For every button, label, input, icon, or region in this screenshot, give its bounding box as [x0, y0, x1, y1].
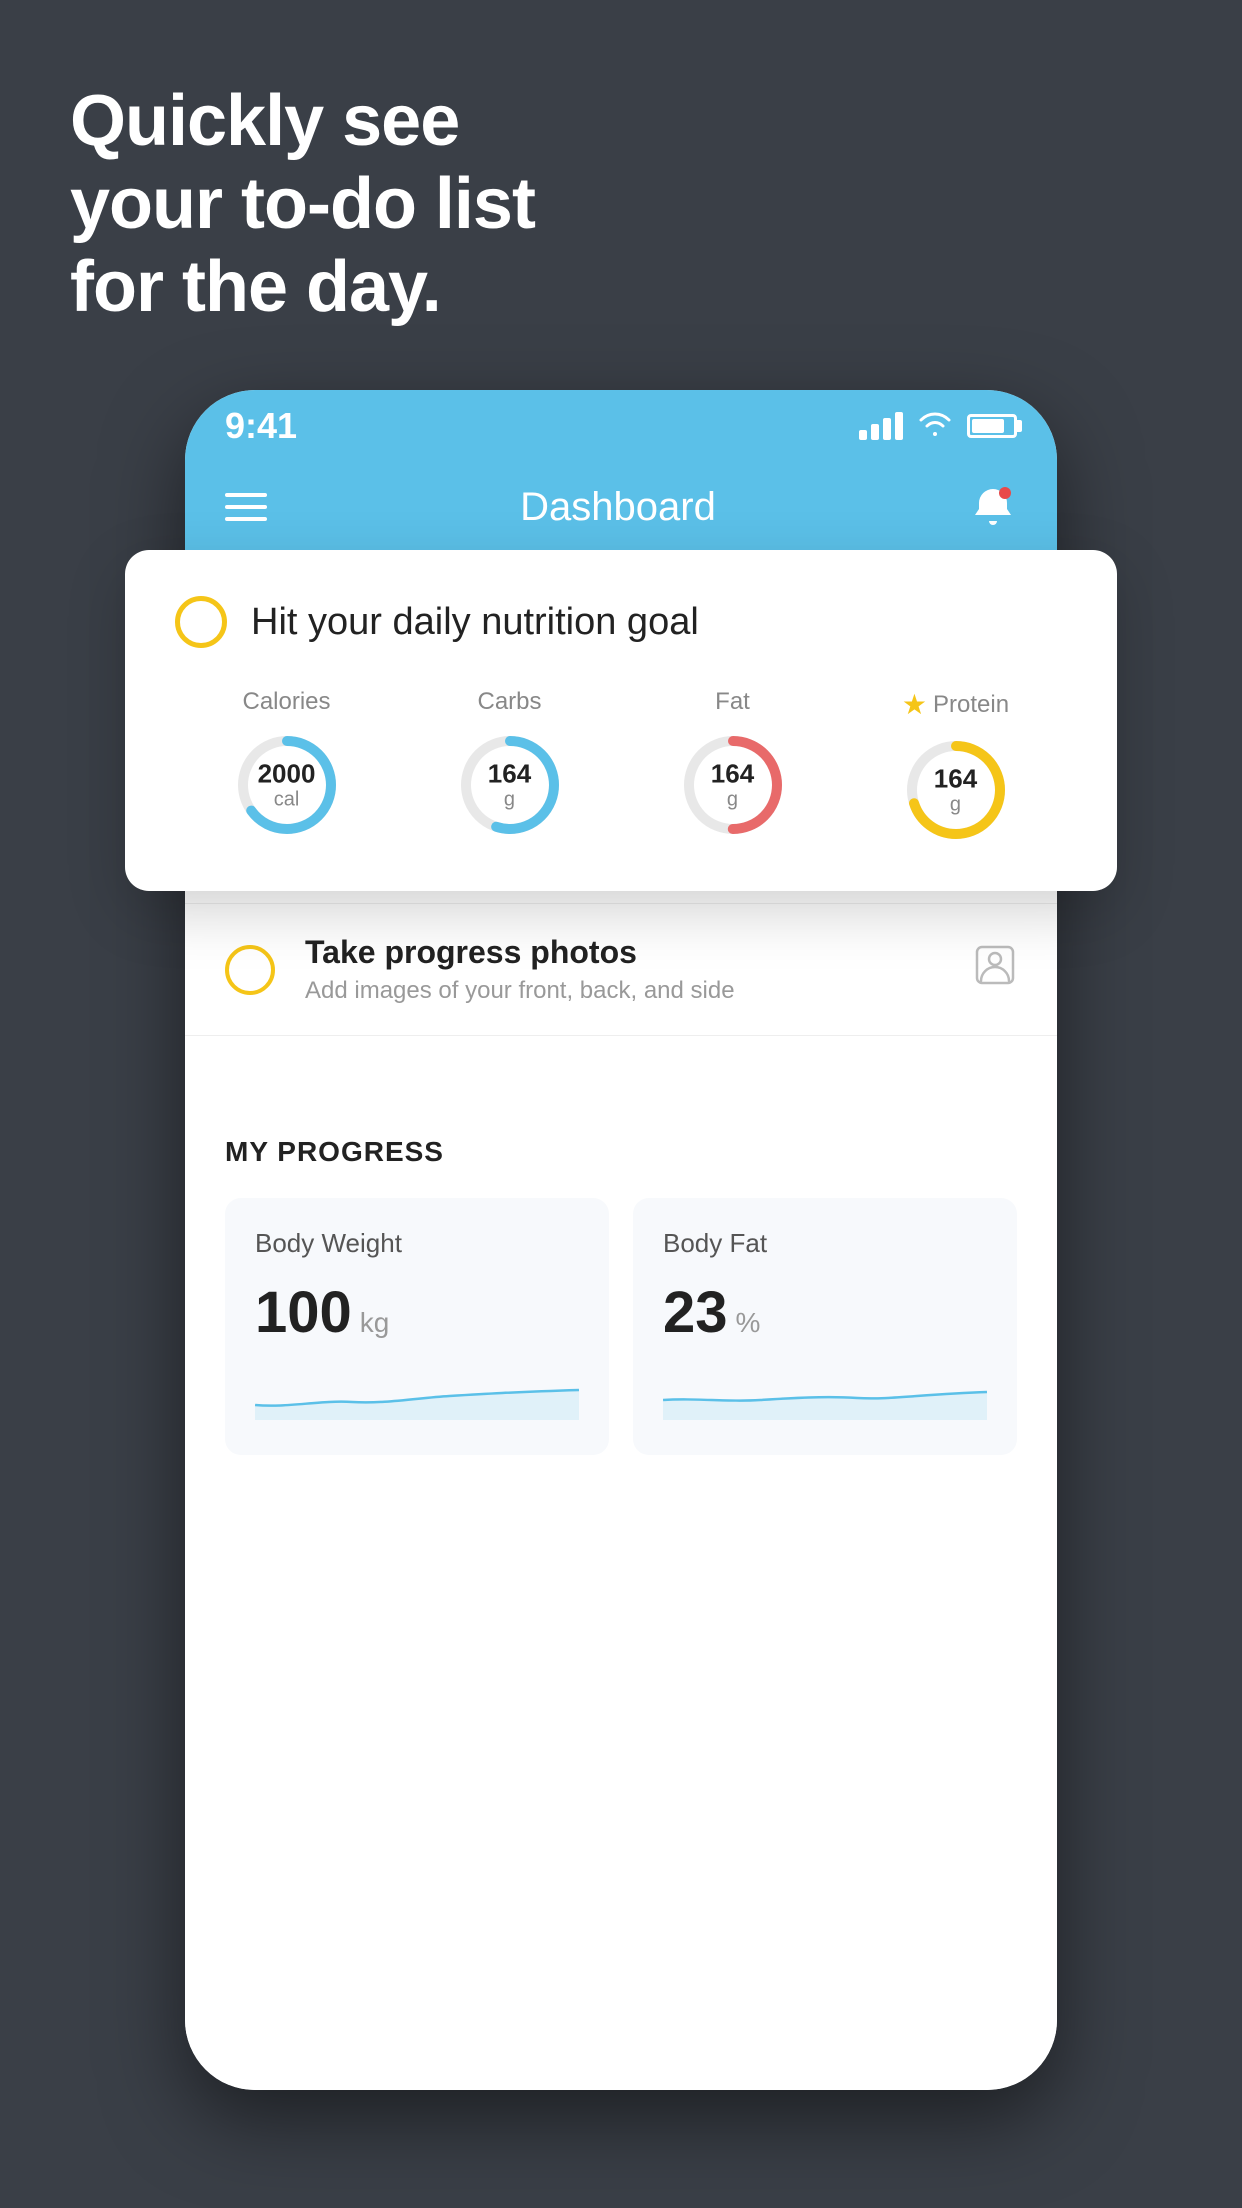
nutrition-item-fat: Fat 164 g	[678, 688, 788, 840]
body-fat-card[interactable]: Body Fat 23 %	[633, 1198, 1017, 1455]
nutrition-item-protein: ★ Protein 164 g	[901, 688, 1011, 845]
body-fat-value: 23	[663, 1279, 728, 1346]
status-icons	[859, 410, 1017, 443]
nutrition-row: Calories 2000 cal Carbs	[175, 688, 1067, 845]
carbs-label: Carbs	[477, 688, 541, 716]
list-item[interactable]: Take progress photos Add images of your …	[185, 904, 1057, 1036]
fat-label: Fat	[715, 688, 750, 716]
list-item-subtitle: Add images of your front, back, and side	[305, 977, 943, 1005]
status-time: 9:41	[225, 405, 297, 447]
nav-title: Dashboard	[520, 485, 716, 530]
body-fat-value-row: 23 %	[663, 1279, 987, 1346]
nutrition-item-carbs: Carbs 164 g	[455, 688, 565, 840]
check-circle	[225, 945, 275, 995]
body-weight-value: 100	[255, 1279, 352, 1346]
battery-icon	[967, 414, 1017, 438]
calories-donut: 2000 cal	[232, 730, 342, 840]
protein-label-row: ★ Protein	[902, 688, 1009, 721]
menu-button[interactable]	[225, 493, 267, 521]
list-item-text: Take progress photos Add images of your …	[305, 934, 943, 1005]
notifications-button[interactable]	[969, 483, 1017, 531]
nutrition-item-calories: Calories 2000 cal	[232, 688, 342, 840]
fat-donut: 164 g	[678, 730, 788, 840]
body-weight-value-row: 100 kg	[255, 1279, 579, 1346]
protein-donut: 164 g	[901, 735, 1011, 845]
body-fat-label: Body Fat	[663, 1228, 987, 1259]
person-icon	[973, 943, 1017, 996]
star-icon: ★	[902, 688, 927, 721]
status-bar: 9:41	[185, 390, 1057, 462]
nutrition-card: Hit your daily nutrition goal Calories 2…	[125, 550, 1117, 891]
body-weight-sparkline	[255, 1370, 579, 1420]
card-circle-check	[175, 596, 227, 648]
progress-section: MY PROGRESS Body Weight 100 kg Bod	[185, 1096, 1057, 1495]
carbs-value: 164 g	[488, 760, 531, 811]
progress-title: MY PROGRESS	[225, 1136, 1017, 1168]
fat-value: 164 g	[711, 760, 754, 811]
body-fat-sparkline	[663, 1370, 987, 1420]
body-weight-card[interactable]: Body Weight 100 kg	[225, 1198, 609, 1455]
progress-cards: Body Weight 100 kg Body Fat 23 %	[225, 1198, 1017, 1455]
protein-label: Protein	[933, 691, 1009, 719]
body-weight-label: Body Weight	[255, 1228, 579, 1259]
wifi-icon	[917, 410, 953, 443]
body-fat-unit: %	[736, 1307, 761, 1339]
nav-bar: Dashboard	[185, 462, 1057, 552]
list-item-title: Take progress photos	[305, 934, 943, 971]
protein-value: 164 g	[934, 765, 977, 816]
card-title: Hit your daily nutrition goal	[251, 601, 699, 644]
calories-label: Calories	[242, 688, 330, 716]
signal-icon	[859, 412, 903, 440]
card-header: Hit your daily nutrition goal	[175, 596, 1067, 648]
body-weight-unit: kg	[360, 1307, 390, 1339]
carbs-donut: 164 g	[455, 730, 565, 840]
hero-text: Quickly see your to-do list for the day.	[70, 80, 535, 328]
calories-value: 2000 cal	[258, 760, 316, 811]
